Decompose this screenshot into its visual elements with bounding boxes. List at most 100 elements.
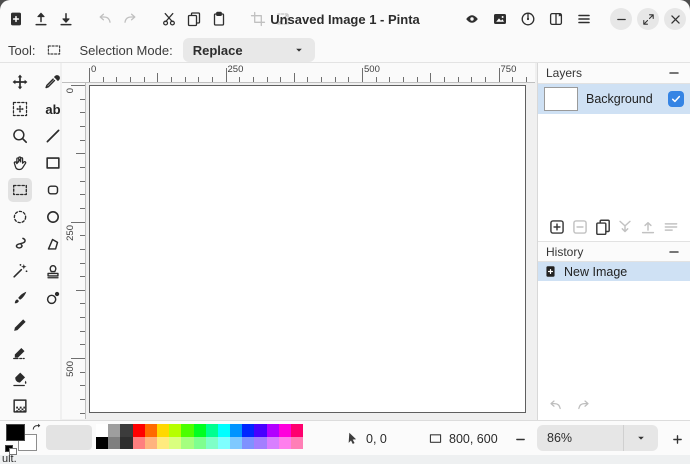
history-redo-button[interactable] bbox=[572, 394, 594, 416]
palette-swatch[interactable] bbox=[267, 424, 279, 437]
cursor-position-icon bbox=[345, 431, 360, 446]
palette-swatch[interactable] bbox=[218, 437, 230, 450]
palette-swatch[interactable] bbox=[96, 437, 108, 450]
current-tool-indicator bbox=[43, 39, 65, 61]
zoom-level-dropdown[interactable]: 86% bbox=[537, 425, 658, 451]
palette-swatch[interactable] bbox=[181, 437, 193, 450]
palette-swatch[interactable] bbox=[133, 437, 145, 450]
palette-swatch[interactable] bbox=[279, 437, 291, 450]
main-menu-button[interactable] bbox=[572, 7, 596, 31]
new-image-button[interactable] bbox=[4, 7, 28, 31]
color-palette bbox=[96, 424, 303, 449]
effects-menu-button[interactable] bbox=[544, 7, 568, 31]
palette-swatch[interactable] bbox=[218, 424, 230, 437]
tool-zoom[interactable] bbox=[8, 124, 32, 148]
palette-swatch[interactable] bbox=[169, 424, 181, 437]
palette-swatch[interactable] bbox=[254, 424, 266, 437]
reset-colors-icon-back[interactable] bbox=[9, 448, 17, 455]
duplicate-layer-button[interactable] bbox=[594, 218, 612, 236]
minimize-button[interactable] bbox=[610, 8, 632, 30]
palette-swatch[interactable] bbox=[267, 437, 279, 450]
palette-swatch[interactable] bbox=[291, 424, 303, 437]
palette-swatch[interactable] bbox=[230, 424, 242, 437]
image-menu-button[interactable] bbox=[488, 7, 512, 31]
cut-button[interactable] bbox=[157, 7, 181, 31]
palette-swatch[interactable] bbox=[108, 424, 120, 437]
adjustments-menu-button[interactable] bbox=[516, 7, 540, 31]
view-menu-button[interactable] bbox=[460, 7, 484, 31]
tool-pencil[interactable] bbox=[8, 313, 32, 337]
redo-button[interactable] bbox=[118, 7, 142, 31]
history-undo-button[interactable] bbox=[544, 394, 566, 416]
zoom-icon bbox=[11, 127, 29, 145]
history-item[interactable]: New Image bbox=[538, 262, 690, 281]
palette-swatch[interactable] bbox=[145, 424, 157, 437]
palette-swatch[interactable] bbox=[133, 424, 145, 437]
recently-used-colors[interactable] bbox=[46, 425, 92, 450]
crop-to-selection-button[interactable] bbox=[246, 7, 270, 31]
palette-swatch[interactable] bbox=[108, 437, 120, 450]
rectangle-select-icon bbox=[11, 181, 29, 199]
tool-paint-bucket[interactable] bbox=[8, 367, 32, 391]
tool-move-selected[interactable] bbox=[8, 70, 32, 94]
undo-button[interactable] bbox=[93, 7, 117, 31]
palette-swatch[interactable] bbox=[242, 437, 254, 450]
paste-button[interactable] bbox=[207, 7, 231, 31]
zoom-in-button[interactable] bbox=[665, 427, 689, 451]
collapse-icon[interactable] bbox=[666, 65, 682, 81]
layer-properties-button[interactable] bbox=[662, 218, 680, 236]
palette-swatch[interactable] bbox=[279, 424, 291, 437]
palette-swatch[interactable] bbox=[194, 437, 206, 450]
status-bar: 0, 0 800, 600 86% bbox=[0, 420, 690, 455]
tool-lasso-select[interactable] bbox=[8, 232, 32, 256]
tool-rectangle-select[interactable] bbox=[8, 178, 32, 202]
minimize-icon bbox=[615, 13, 628, 26]
palette-swatch[interactable] bbox=[169, 437, 181, 450]
tool-paintbrush[interactable] bbox=[8, 286, 32, 310]
copy-button[interactable] bbox=[182, 7, 206, 31]
tool-ellipse-select[interactable] bbox=[8, 205, 32, 229]
palette-swatch[interactable] bbox=[206, 437, 218, 450]
palette-swatch[interactable] bbox=[291, 437, 303, 450]
maximize-icon bbox=[642, 13, 655, 26]
palette-swatch[interactable] bbox=[120, 424, 132, 437]
palette-swatch[interactable] bbox=[254, 437, 266, 450]
save-image-button[interactable] bbox=[54, 7, 78, 31]
zoom-out-button[interactable] bbox=[508, 427, 532, 451]
layer-row[interactable]: Background bbox=[538, 84, 690, 114]
workspace: 0250500750 0250500 bbox=[60, 63, 537, 420]
move-selected-icon bbox=[11, 73, 29, 91]
close-button[interactable] bbox=[664, 8, 686, 30]
collapse-icon[interactable] bbox=[666, 244, 682, 260]
deselect-button[interactable] bbox=[271, 7, 295, 31]
palette-swatch[interactable] bbox=[157, 437, 169, 450]
palette-swatch[interactable] bbox=[194, 424, 206, 437]
delete-layer-button[interactable] bbox=[571, 218, 589, 236]
palette-swatch[interactable] bbox=[230, 437, 242, 450]
layer-visibility-checkbox[interactable] bbox=[668, 91, 684, 107]
selection-mode-dropdown[interactable]: Replace bbox=[183, 38, 315, 62]
raise-layer-button[interactable] bbox=[639, 218, 657, 236]
palette-swatch[interactable] bbox=[242, 424, 254, 437]
palette-swatch[interactable] bbox=[181, 424, 193, 437]
palette-swatch[interactable] bbox=[120, 437, 132, 450]
palette-swatch[interactable] bbox=[96, 424, 108, 437]
tool-move-selection[interactable] bbox=[8, 97, 32, 121]
tool-pan[interactable] bbox=[8, 151, 32, 175]
add-layer-button[interactable] bbox=[548, 218, 566, 236]
eye-icon bbox=[464, 11, 480, 27]
swap-colors-icon[interactable] bbox=[31, 422, 43, 434]
palette-swatch[interactable] bbox=[206, 424, 218, 437]
primary-color-swatch[interactable] bbox=[6, 424, 25, 441]
merge-layer-down-button[interactable] bbox=[616, 218, 634, 236]
canvas[interactable] bbox=[89, 85, 526, 413]
tool-gradient[interactable] bbox=[8, 394, 32, 418]
palette-widget bbox=[5, 423, 43, 454]
palette-swatch[interactable] bbox=[157, 424, 169, 437]
palette-swatch[interactable] bbox=[145, 437, 157, 450]
tool-eraser[interactable] bbox=[8, 340, 32, 364]
maximize-button[interactable] bbox=[637, 8, 659, 30]
tool-magic-wand[interactable] bbox=[8, 259, 32, 283]
open-image-button[interactable] bbox=[29, 7, 53, 31]
delete-layer-icon bbox=[571, 218, 589, 236]
